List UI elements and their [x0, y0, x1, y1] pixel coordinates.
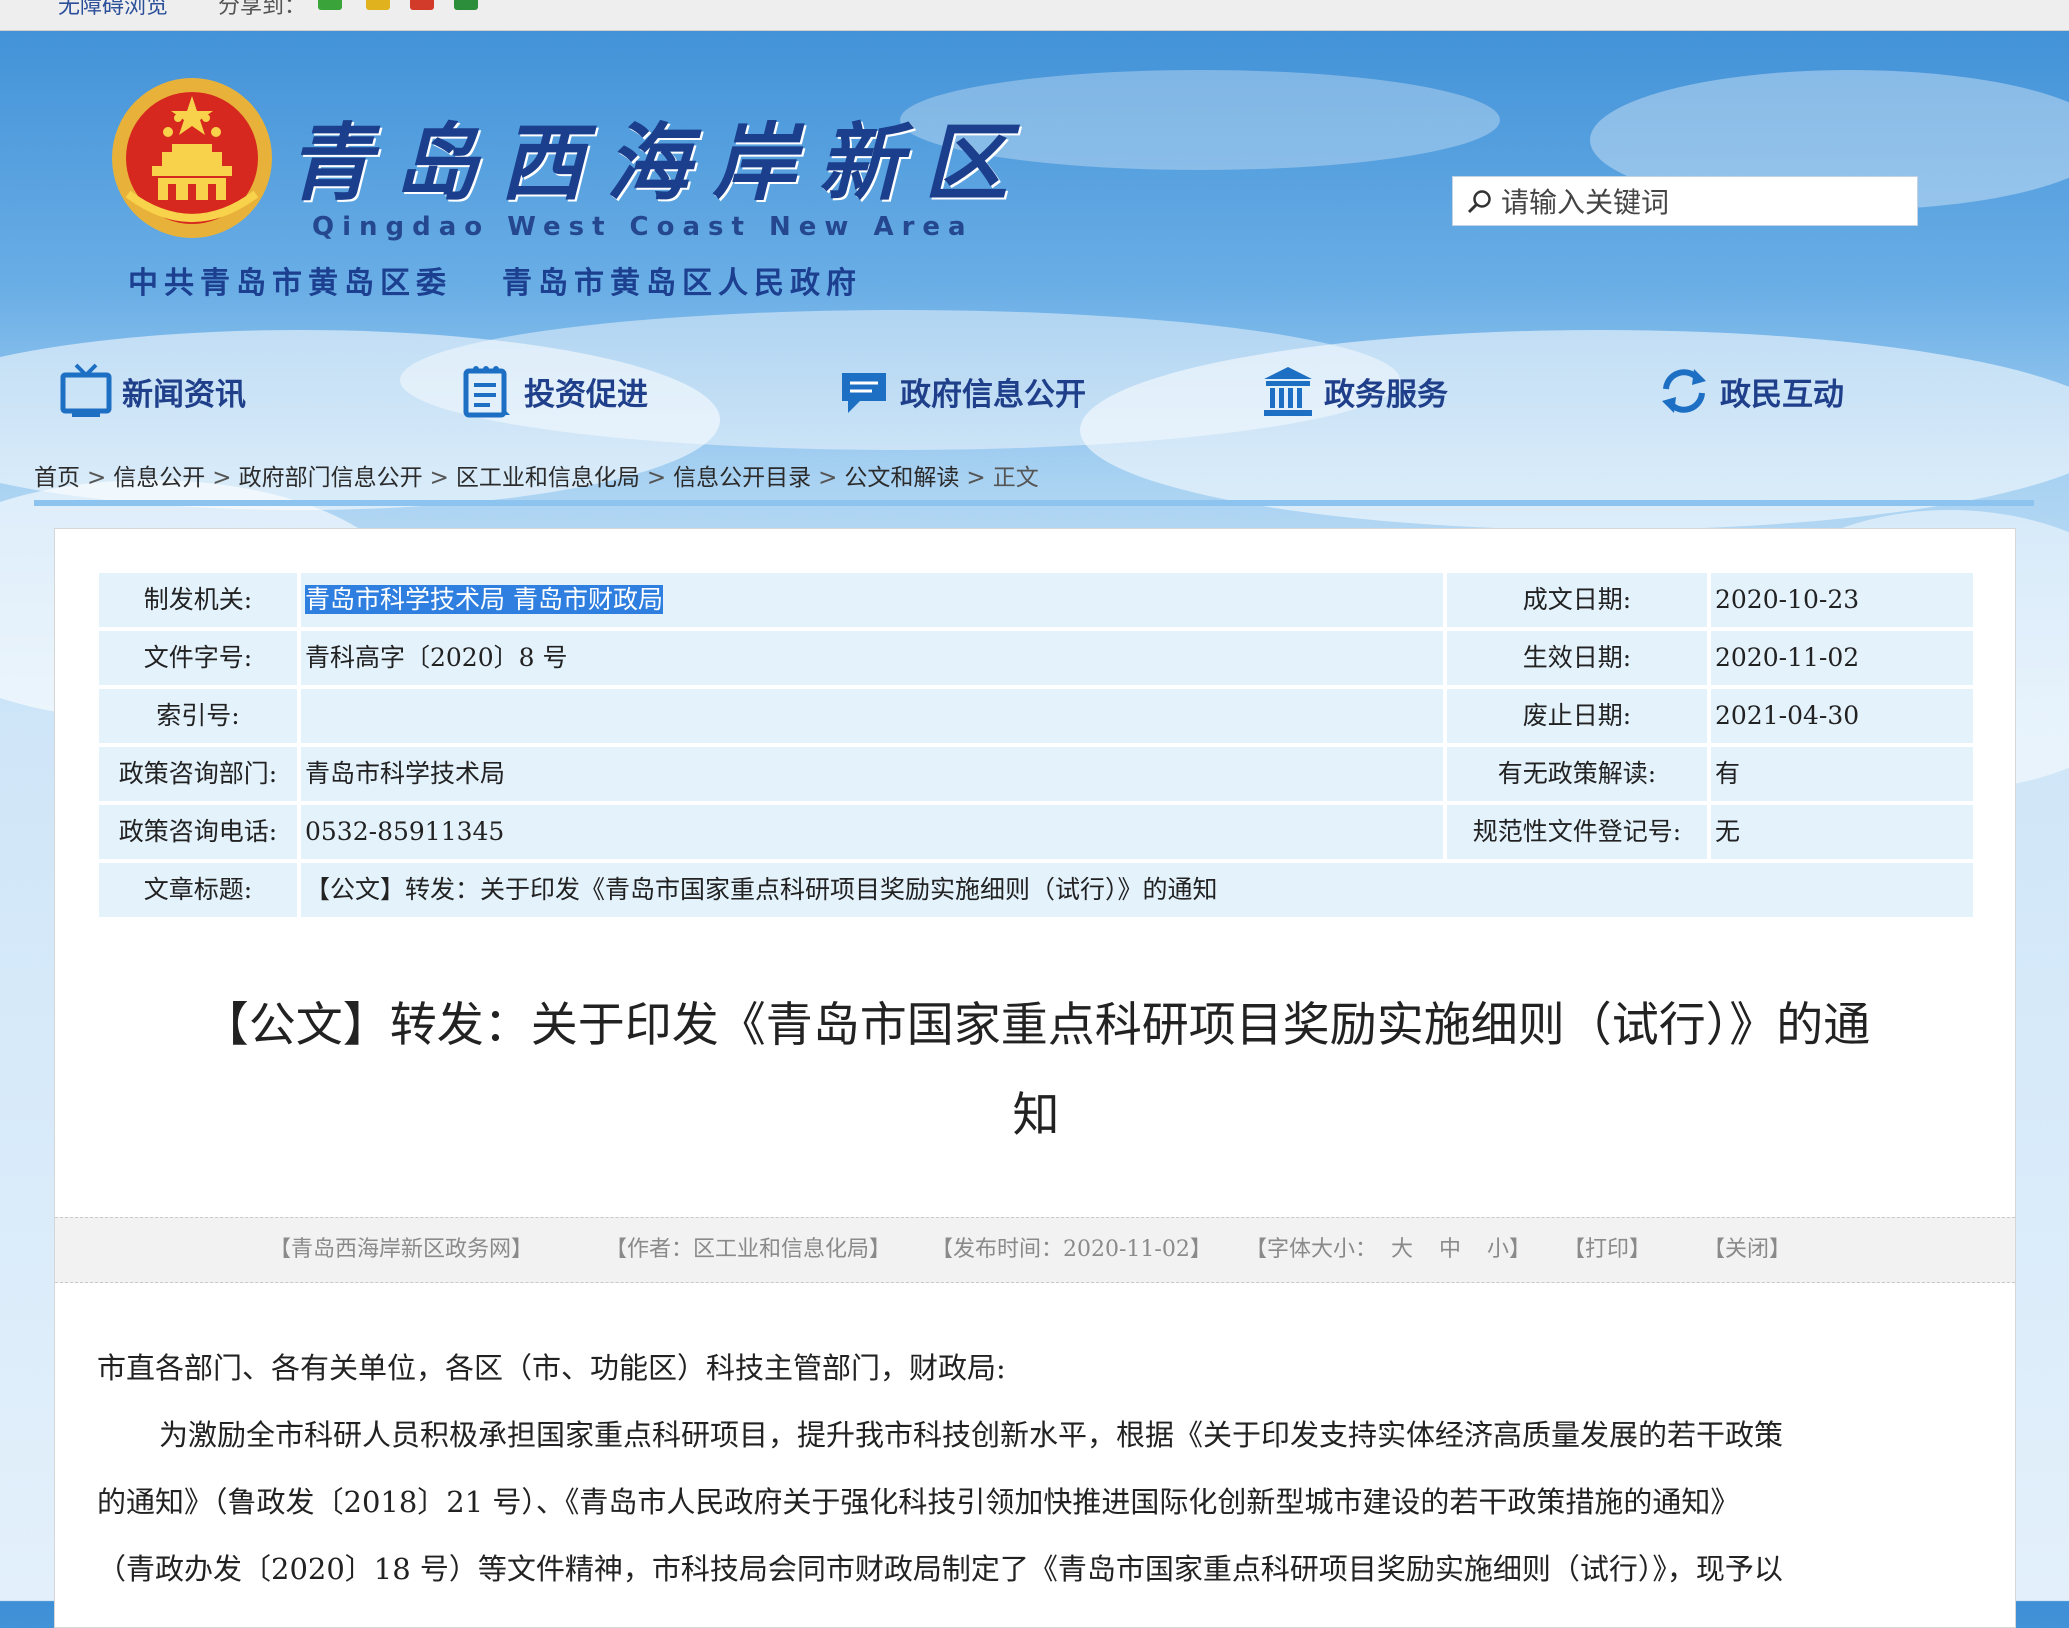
font-size-medium-button[interactable]: 中 — [1439, 1218, 1461, 1282]
national-emblem-icon — [112, 78, 272, 238]
meta-label-consult-phone: 政策咨询电话: — [99, 805, 297, 859]
document-title-line: 知 — [1012, 1088, 1060, 1143]
breadcrumb-home[interactable]: 首页 — [34, 465, 80, 491]
meta-row: 政策咨询部门: 青岛市科学技术局 有无政策解读: 有 — [99, 747, 1973, 801]
org-party-committee: 中共青岛市黄岛区委 — [128, 266, 452, 301]
breadcrumb-separator: > — [646, 465, 667, 491]
document-title: 【公文】转发：关于印发《青岛市国家重点科研项目奖励实施细则（试行）》的通 知 — [95, 981, 1977, 1161]
search-input[interactable] — [1499, 181, 1903, 223]
breadcrumb-separator: > — [818, 465, 838, 491]
nav-label-gov-info: 政府信息公开 — [900, 376, 1086, 413]
accessibility-link[interactable]: 无障碍浏览 — [58, 0, 168, 20]
body-line: 的通知》（鲁政发〔2018〕21 号）、《青岛市人民政府关于强化科技引领加快推进… — [97, 1485, 1740, 1519]
weibo-share-icon[interactable] — [410, 0, 434, 10]
nav-label-gov-service: 政务服务 — [1324, 376, 1448, 413]
body-line: 为激励全市科研人员积极承担国家重点科研项目，提升我市科技创新水平，根据《关于印发… — [159, 1418, 1784, 1452]
meta-value-date-effective: 2020-11-02 — [1711, 631, 1973, 685]
font-size-small-button[interactable]: 小 — [1487, 1218, 1509, 1282]
top-toolbar: 无障碍浏览 分享到： — [0, 0, 2069, 31]
meta-label-doc-no: 文件字号: — [99, 631, 297, 685]
breadcrumb-current: 正文 — [992, 465, 1039, 491]
salutation: 市直各部门、各有关单位，各区（市、功能区）科技主管部门，财政局: — [97, 1351, 1006, 1385]
breadcrumb-divider — [34, 500, 2034, 506]
document-list-icon — [463, 366, 510, 418]
main-navigation: 新闻资讯 投资促进 政府信息公开 政务服务 政民互动 — [0, 356, 2069, 426]
meta-value-consult-phone: 0532-85911345 — [301, 805, 1443, 859]
search-icon[interactable] — [1467, 189, 1493, 215]
font-size-end: 】 — [1509, 1237, 1532, 1262]
meta-value-article-title: 【公文】转发：关于印发《青岛市国家重点科研项目奖励实施细则（试行）》的通知 — [301, 863, 1973, 917]
document-title-line: 【公文】转发：关于印发《青岛市国家重点科研项目奖励实施细则（试行）》的通 — [201, 998, 1871, 1053]
meta-value-index — [301, 689, 1443, 743]
meta-value-reg-no: 无 — [1711, 805, 1973, 859]
nav-item-gov-service[interactable]: 政务服务 — [1262, 356, 1448, 426]
breadcrumb-separator: > — [87, 465, 107, 491]
meta-label-reg-no: 规范性文件登记号: — [1447, 805, 1707, 859]
site-title: 青岛西海岸新区 — [288, 113, 1031, 212]
info-author: 【作者：区工业和信息化局】 — [605, 1237, 892, 1262]
meta-label-article-title: 文章标题: — [99, 863, 297, 917]
meta-row: 索引号: 废止日期: 2021-04-30 — [99, 689, 1973, 743]
meta-value-date-expire: 2021-04-30 — [1711, 689, 1973, 743]
meta-value-doc-no: 青科高字〔2020〕8 号 — [301, 631, 1443, 685]
meta-value-consult-dept: 青岛市科学技术局 — [301, 747, 1443, 801]
info-publish-time: 【发布时间：2020-11-02】 — [931, 1237, 1212, 1262]
font-size-label: 【字体大小： — [1245, 1237, 1378, 1262]
meta-row: 文章标题: 【公文】转发：关于印发《青岛市国家重点科研项目奖励实施细则（试行）》… — [99, 863, 1973, 917]
wechat-share-icon[interactable] — [318, 0, 342, 10]
speech-bubble-icon — [842, 373, 886, 413]
breadcrumb-bureau[interactable]: 区工业和信息化局 — [456, 465, 640, 491]
meta-label-date-written: 成文日期: — [1447, 573, 1707, 627]
print-button[interactable]: 【打印】 — [1563, 1218, 1651, 1282]
renren-share-icon[interactable] — [454, 0, 478, 10]
nav-item-gov-info[interactable]: 政府信息公开 — [838, 356, 1086, 426]
nav-label-investment: 投资促进 — [524, 376, 648, 413]
meta-label-consult-dept: 政策咨询部门: — [99, 747, 297, 801]
tv-icon — [60, 363, 112, 417]
nav-label-interaction: 政民互动 — [1720, 376, 1844, 413]
site-title-english: Qingdao West Coast New Area — [312, 212, 974, 242]
selected-text[interactable]: 青岛市科学技术局 青岛市财政局 — [305, 585, 663, 614]
meta-label-date-effective: 生效日期: — [1447, 631, 1707, 685]
breadcrumb: 首页 > 信息公开 > 政府部门信息公开 > 区工业和信息化局 > 信息公开目录 > 公文和解读 > 正… — [34, 458, 1039, 492]
meta-label-index: 索引号: — [99, 689, 297, 743]
article-body: 市直各部门、各有关单位，各区（市、功能区）科技主管部门，财政局: 为激励全市科研… — [97, 1335, 1977, 1603]
meta-value-issuer: 青岛市科学技术局 青岛市财政局 — [301, 573, 1443, 627]
government-building-icon — [1264, 367, 1312, 416]
refresh-arrows-icon — [1662, 369, 1706, 413]
meta-row: 制发机关: 青岛市科学技术局 青岛市财政局 成文日期: 2020-10-23 — [99, 573, 1973, 627]
meta-value-interpretation: 有 — [1711, 747, 1973, 801]
site-organizations: 中共青岛市黄岛区委 青岛市黄岛区人民政府 — [128, 258, 862, 302]
nav-label-news: 新闻资讯 — [122, 376, 246, 413]
font-size-large-button[interactable]: 大 — [1391, 1218, 1413, 1282]
nav-item-interaction[interactable]: 政民互动 — [1658, 356, 1844, 426]
meta-row: 文件字号: 青科高字〔2020〕8 号 生效日期: 2020-11-02 — [99, 631, 1973, 685]
share-label: 分享到： — [218, 0, 307, 19]
nav-item-investment[interactable]: 投资促进 — [462, 356, 648, 426]
article-info-bar: 【青岛西海岸新区政务网】 【作者：区工业和信息化局】 【发布时间：2020-11… — [55, 1217, 2015, 1283]
breadcrumb-separator: > — [429, 465, 449, 491]
meta-row: 政策咨询电话: 0532-85911345 规范性文件登记号: 无 — [99, 805, 1973, 859]
body-line: （青政办发〔2020〕18 号）等文件精神，市科技局会同市财政局制定了《青岛市国… — [97, 1552, 1783, 1586]
qzone-share-icon[interactable] — [366, 0, 390, 10]
nav-item-news[interactable]: 新闻资讯 — [60, 356, 246, 426]
breadcrumb-separator: > — [212, 465, 232, 491]
org-government: 青岛市黄岛区人民政府 — [502, 266, 862, 301]
info-source: 【青岛西海岸新区政务网】 — [269, 1237, 534, 1262]
breadcrumb-info-public[interactable]: 信息公开 — [113, 465, 205, 491]
breadcrumb-catalog[interactable]: 信息公开目录 — [673, 465, 811, 491]
breadcrumb-separator: > — [966, 465, 986, 491]
breadcrumb-documents[interactable]: 公文和解读 — [844, 465, 959, 491]
meta-label-date-expire: 废止日期: — [1447, 689, 1707, 743]
meta-value-date-written: 2020-10-23 — [1711, 573, 1973, 627]
search-box[interactable] — [1452, 176, 1918, 226]
breadcrumb-dept-info[interactable]: 政府部门信息公开 — [239, 465, 423, 491]
close-button[interactable]: 【关闭】 — [1703, 1218, 1791, 1282]
meta-label-issuer: 制发机关: — [99, 573, 297, 627]
article-panel: 制发机关: 青岛市科学技术局 青岛市财政局 成文日期: 2020-10-23 文… — [54, 528, 2016, 1628]
meta-label-interpretation: 有无政策解读: — [1447, 747, 1707, 801]
